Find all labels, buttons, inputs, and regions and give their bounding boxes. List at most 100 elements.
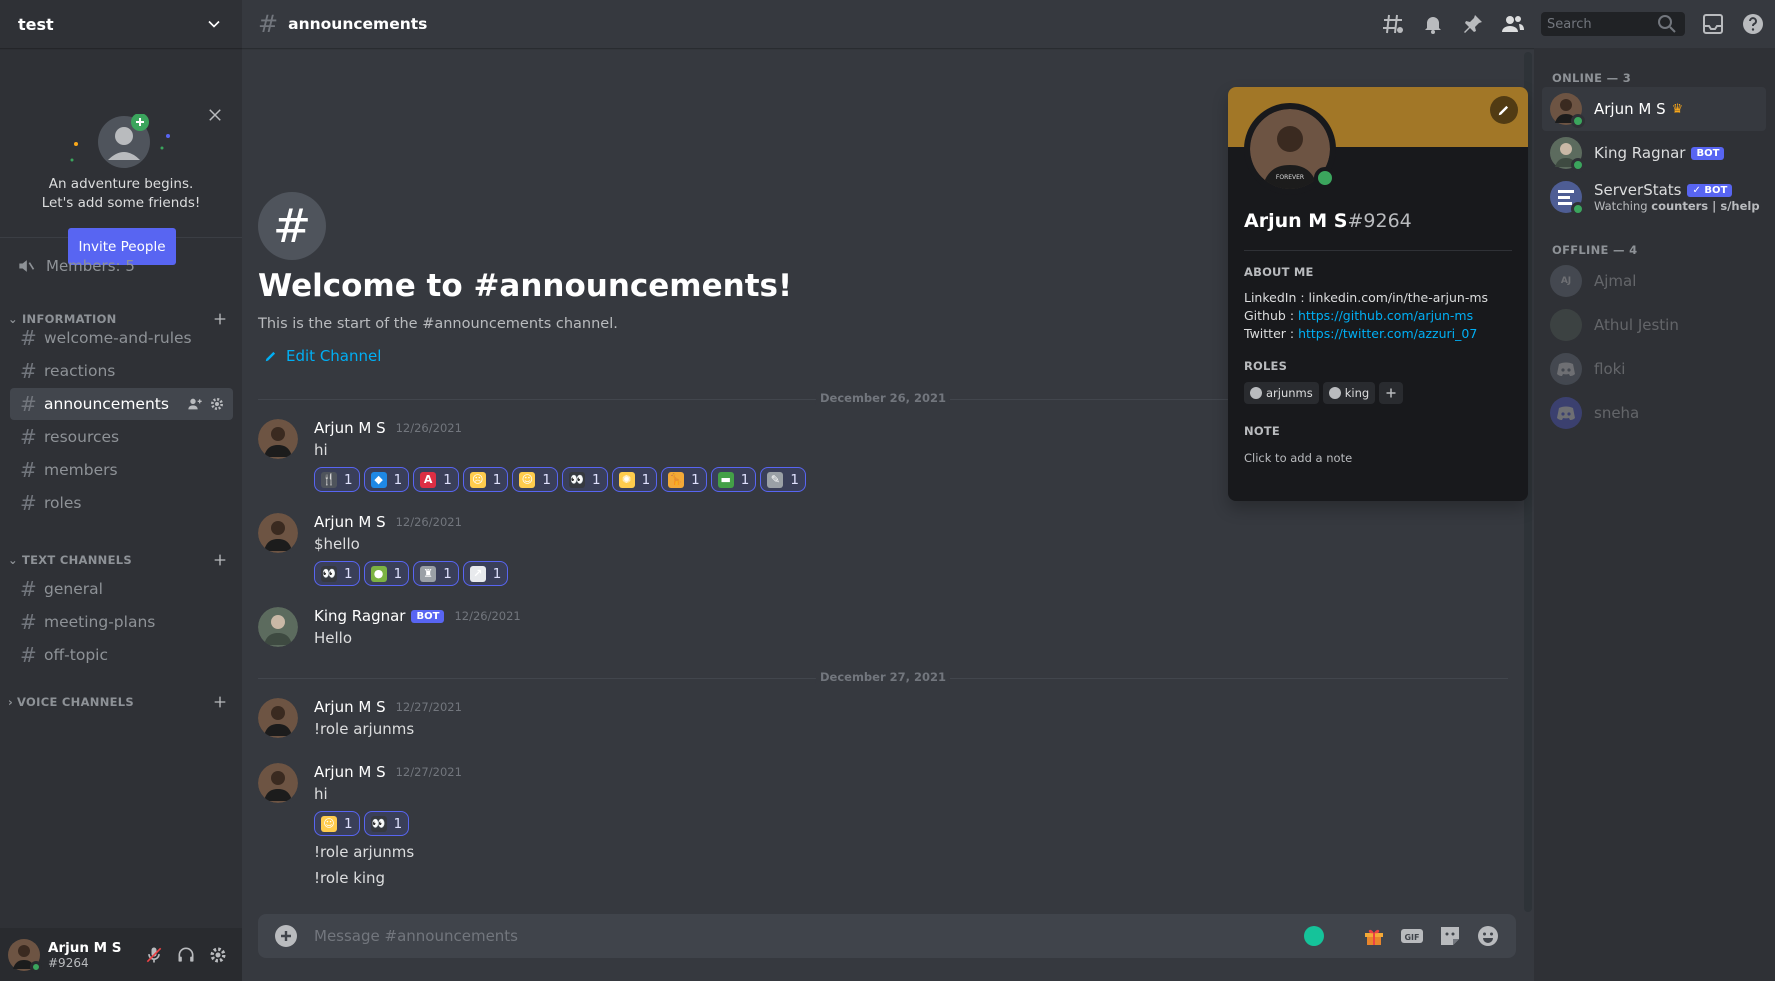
channel-off-topic[interactable]: # off-topic bbox=[10, 639, 233, 671]
reaction-yum-face[interactable]: ☺ 1 bbox=[512, 467, 558, 492]
search-input[interactable]: Search bbox=[1541, 12, 1685, 36]
reaction-exploding-head[interactable]: ✺ 1 bbox=[611, 467, 658, 492]
member-list-icon[interactable] bbox=[1501, 12, 1525, 36]
deafen-button[interactable] bbox=[170, 939, 202, 971]
role-label: arjunms bbox=[1266, 386, 1313, 400]
gif-label: GIF bbox=[1404, 933, 1419, 942]
emoji-icon[interactable] bbox=[1476, 924, 1500, 948]
avatar[interactable] bbox=[258, 513, 298, 553]
message-timestamp: 12/26/2021 bbox=[454, 609, 521, 623]
message-author[interactable]: King Ragnar bbox=[314, 607, 405, 625]
add-channel-icon[interactable] bbox=[212, 694, 228, 710]
category-text-channels[interactable]: ⌄ TEXT CHANNELS bbox=[8, 550, 228, 570]
hash-icon: # bbox=[20, 326, 37, 350]
date-divider-label: December 26, 2021 bbox=[815, 391, 951, 405]
reaction-chart-increasing[interactable]: ↗ 1 bbox=[462, 561, 509, 586]
reaction-count: 1 bbox=[641, 471, 651, 488]
channel-roles[interactable]: # roles bbox=[10, 487, 233, 519]
avatar[interactable] bbox=[258, 419, 298, 459]
channel-general[interactable]: # general bbox=[10, 573, 233, 605]
message-author[interactable]: Arjun M S bbox=[314, 763, 386, 781]
member-name: Arjun M S bbox=[1594, 100, 1666, 118]
role-color-dot bbox=[1328, 387, 1341, 399]
edit-profile-button[interactable] bbox=[1490, 96, 1518, 124]
reactions: 🍴 1 ◆ 1 A 1 ☹ 1 ☺ 1 👀 1 ✺ 1 🦒 1 ▬ 1 ✎ 1 bbox=[314, 467, 806, 492]
twitter-link[interactable]: https://twitter.com/azzuri_07 bbox=[1298, 326, 1477, 341]
message-author[interactable]: Arjun M S bbox=[314, 419, 386, 437]
bell-icon[interactable] bbox=[1421, 12, 1445, 36]
reaction-eyes[interactable]: 👀 1 bbox=[363, 811, 410, 836]
category-voice-channels[interactable]: › VOICE CHANNELS bbox=[8, 692, 228, 712]
reaction-avocado[interactable]: ● 1 bbox=[363, 561, 410, 586]
inbox-icon[interactable] bbox=[1701, 12, 1725, 36]
member-count-channel[interactable]: Members: 5 bbox=[16, 256, 135, 276]
message-input-placeholder[interactable]: Message #announcements bbox=[314, 927, 1304, 945]
channel-resources[interactable]: # resources bbox=[10, 421, 233, 453]
current-user-tag: #9264 bbox=[48, 955, 89, 970]
about-label: Github : bbox=[1244, 308, 1298, 323]
avatar[interactable] bbox=[258, 607, 298, 647]
member-item[interactable]: Arjun M S ♛ bbox=[1542, 87, 1766, 131]
member-item[interactable]: AJ Ajmal bbox=[1542, 259, 1766, 303]
mute-button[interactable] bbox=[138, 939, 170, 971]
channel-welcome-and-rules[interactable]: # welcome-and-rules bbox=[10, 322, 233, 354]
avatar[interactable] bbox=[258, 763, 298, 803]
sticker-icon[interactable] bbox=[1438, 924, 1462, 948]
reaction-eyes[interactable]: 👀 1 bbox=[561, 467, 608, 492]
github-link[interactable]: https://github.com/arjun-ms bbox=[1298, 308, 1473, 323]
grammarly-icon[interactable] bbox=[1304, 926, 1324, 946]
channel-announcements[interactable]: # announcements bbox=[10, 388, 233, 420]
role-pill[interactable]: arjunms bbox=[1244, 382, 1319, 404]
channel-meeting-plans[interactable]: # meeting-plans bbox=[10, 606, 233, 638]
role-color-dot bbox=[1250, 387, 1262, 399]
message-author[interactable]: Arjun M S bbox=[314, 698, 386, 716]
reaction-flag[interactable]: ▬ 1 bbox=[710, 467, 757, 492]
add-role-button[interactable] bbox=[1379, 382, 1404, 404]
gift-icon[interactable] bbox=[1362, 924, 1386, 948]
create-invite-icon[interactable] bbox=[187, 396, 203, 412]
member-item[interactable]: floki bbox=[1542, 347, 1766, 391]
close-icon[interactable] bbox=[206, 106, 224, 124]
reaction-grin[interactable]: ☺ 1 bbox=[314, 811, 360, 836]
avatar[interactable] bbox=[258, 698, 298, 738]
member-item[interactable]: sneha bbox=[1542, 391, 1766, 435]
channel-reactions[interactable]: # reactions bbox=[10, 355, 233, 387]
message-composer[interactable]: Message #announcements GIF bbox=[258, 914, 1516, 958]
about-linkedin: LinkedIn : linkedin.com/in/the-arjun-ms bbox=[1244, 290, 1488, 305]
about-label: Twitter : bbox=[1244, 326, 1299, 341]
message-author[interactable]: Arjun M S bbox=[314, 513, 386, 531]
gear-icon[interactable] bbox=[209, 396, 225, 412]
pin-icon[interactable] bbox=[1461, 12, 1485, 36]
member-item[interactable]: ServerStats ✓ BOT Watching counters | s/h… bbox=[1542, 175, 1766, 219]
reaction-eyes[interactable]: 👀 1 bbox=[314, 561, 360, 586]
online-status-dot bbox=[1571, 114, 1585, 128]
reaction-fork-knife[interactable]: 🍴 1 bbox=[314, 467, 360, 492]
note-input[interactable]: Click to add a note bbox=[1244, 451, 1352, 465]
member-item[interactable]: King Ragnar BOT bbox=[1542, 131, 1766, 175]
user-settings-button[interactable] bbox=[202, 939, 234, 971]
edit-channel-link[interactable]: Edit Channel bbox=[264, 347, 381, 365]
add-channel-icon[interactable] bbox=[212, 552, 228, 568]
help-icon[interactable] bbox=[1741, 12, 1765, 36]
about-value: linkedin.com/in/the-arjun-ms bbox=[1308, 290, 1489, 305]
online-status-dot bbox=[1571, 202, 1585, 216]
gif-icon[interactable]: GIF bbox=[1400, 924, 1424, 948]
avatar[interactable] bbox=[8, 938, 42, 973]
reaction-weary-face[interactable]: ☹ 1 bbox=[462, 467, 509, 492]
reaction-giraffe[interactable]: 🦒 1 bbox=[661, 467, 707, 492]
member-name: Athul Jestin bbox=[1594, 316, 1679, 334]
add-attachment-icon[interactable] bbox=[274, 924, 298, 948]
reaction-diamond[interactable]: ◆ 1 bbox=[363, 467, 410, 492]
reaction-count: 1 bbox=[542, 471, 551, 488]
role-pill[interactable]: king bbox=[1322, 382, 1376, 404]
channel-members[interactable]: # members bbox=[10, 454, 233, 486]
member-item[interactable]: Athul Jestin bbox=[1542, 303, 1766, 347]
server-header[interactable]: test bbox=[0, 0, 242, 48]
reaction-trophy[interactable]: ♜ 1 bbox=[413, 561, 459, 586]
reaction-a-button[interactable]: A1 bbox=[413, 467, 459, 492]
threads-icon[interactable] bbox=[1381, 12, 1405, 36]
reaction-knife[interactable]: ✎ 1 bbox=[760, 467, 806, 492]
avatar bbox=[1550, 93, 1585, 128]
hash-icon: # bbox=[20, 491, 37, 515]
hash-icon: # bbox=[258, 10, 279, 38]
